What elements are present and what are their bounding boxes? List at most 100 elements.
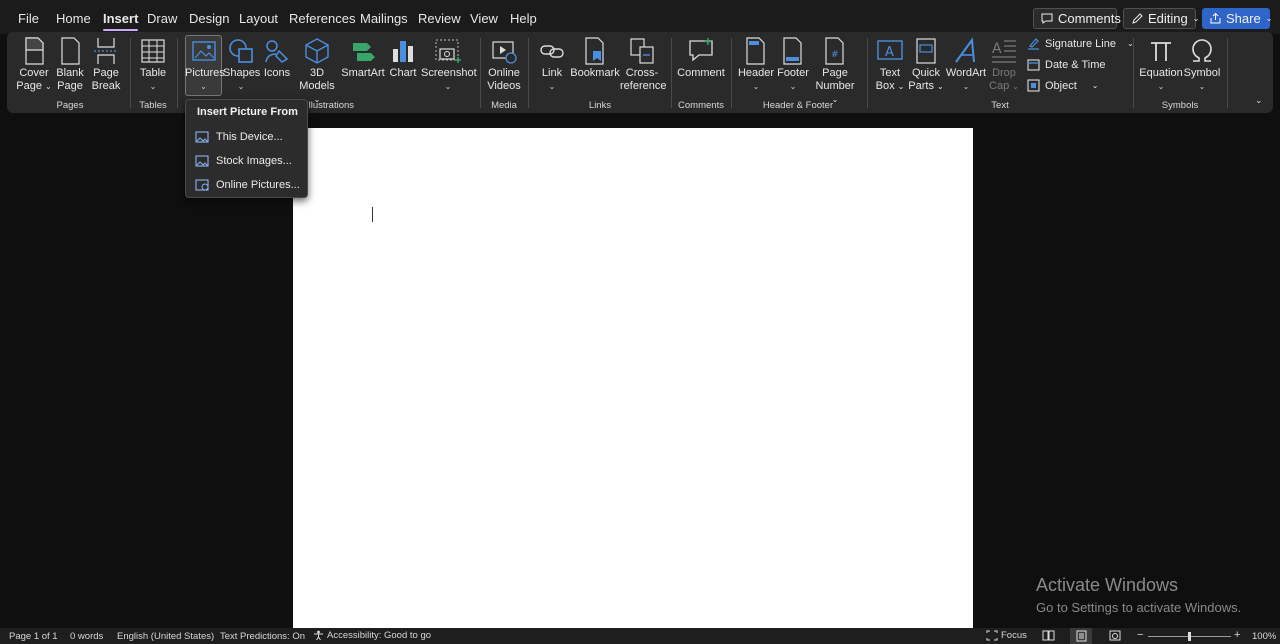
pictures-button[interactable]: Pictures ⌄ <box>185 37 225 93</box>
zoom-slider[interactable] <box>1148 632 1231 641</box>
group-separator <box>1133 38 1134 108</box>
comments-button[interactable]: Comments <box>1033 8 1121 29</box>
group-label-pages: Pages <box>56 100 84 111</box>
page-break-label-2: Break <box>91 80 121 92</box>
focus-button[interactable]: Focus <box>986 630 1027 641</box>
3d-models-button[interactable]: 3D Models ⌄ <box>295 37 339 106</box>
header-button[interactable]: Header ⌄ <box>737 37 775 93</box>
document-page[interactable] <box>293 128 973 628</box>
text-box-button[interactable]: A Text Box ⌄ <box>873 37 907 93</box>
chevron-down-icon: ⌄ <box>200 82 207 91</box>
object-button[interactable]: Object ⌄ <box>1027 79 1099 92</box>
smartart-button[interactable]: SmartArt <box>341 37 385 80</box>
page-break-button[interactable]: Page Break <box>89 37 123 93</box>
language-indicator[interactable]: English (United States) <box>117 631 214 642</box>
read-mode-icon[interactable] <box>1042 630 1055 644</box>
tab-file[interactable]: File <box>18 11 39 26</box>
tab-home[interactable]: Home <box>56 11 91 26</box>
3d-models-label-2: Models <box>299 80 335 92</box>
menu-item-online-pictures[interactable]: Online Pictures... <box>195 175 305 195</box>
page-number-button[interactable]: # Page Number ⌄ <box>811 37 859 106</box>
tab-view[interactable]: View <box>470 11 498 26</box>
header-label: Header <box>737 67 775 79</box>
table-button[interactable]: Table ⌄ <box>136 37 170 93</box>
chevron-down-icon: ⌄ <box>149 82 157 91</box>
quick-parts-button[interactable]: Quick Parts ⌄ <box>907 37 945 93</box>
link-button[interactable]: Link ⌄ <box>535 37 569 93</box>
link-label: Link <box>541 67 563 79</box>
signature-line-button[interactable]: Signature Line ⌄ <box>1027 37 1134 50</box>
zoom-level[interactable]: 100% <box>1252 631 1276 642</box>
accessibility-status[interactable]: Accessibility: Good to go <box>313 630 431 641</box>
online-videos-button[interactable]: Online Videos <box>484 37 524 93</box>
tab-help[interactable]: Help <box>510 11 537 26</box>
signature-line-label: Signature Line <box>1045 37 1116 50</box>
pictures-label: Pictures <box>185 67 225 79</box>
page-number-label: Page <box>822 67 848 79</box>
menu-item-this-device[interactable]: This Device... <box>195 127 305 147</box>
icons-button[interactable]: Icons <box>261 37 293 80</box>
group-separator <box>867 38 868 108</box>
activate-windows-watermark: Activate Windows Go to Settings to activ… <box>1036 575 1241 615</box>
text-predictions-status[interactable]: Text Predictions: On <box>220 631 305 642</box>
page-count[interactable]: Page 1 of 1 <box>9 631 58 642</box>
blank-page-button[interactable]: Blank Page <box>53 37 87 93</box>
share-icon <box>1210 13 1221 24</box>
tab-references[interactable]: References <box>289 11 355 26</box>
wordart-button[interactable]: WordArt ⌄ <box>945 37 987 93</box>
comment-button[interactable]: Comment <box>677 37 725 80</box>
focus-icon <box>986 630 998 641</box>
cross-reference-icon <box>630 38 654 64</box>
chevron-down-icon: ⌄ <box>548 82 556 91</box>
zoom-in-button[interactable]: + <box>1234 629 1240 641</box>
zoom-slider-thumb[interactable] <box>1188 632 1191 641</box>
menu-item-stock-images[interactable]: Stock Images... <box>195 151 305 171</box>
insert-picture-dropdown: Insert Picture From This Device... Stock… <box>185 99 308 198</box>
cover-page-button[interactable]: Cover Page ⌄ <box>15 37 53 93</box>
zoom-out-button[interactable]: − <box>1137 629 1143 641</box>
ribbon-expand-icon[interactable]: ⌄ <box>1255 95 1263 106</box>
comments-button-label: Comments <box>1058 11 1121 26</box>
web-layout-icon[interactable] <box>1109 630 1121 644</box>
group-label-comments: Comments <box>678 100 724 111</box>
share-button[interactable]: Share ⌄ <box>1202 8 1272 29</box>
chart-button[interactable]: Chart <box>387 37 419 80</box>
equation-label: Equation <box>1139 67 1183 79</box>
svg-text:A: A <box>992 41 1002 57</box>
table-label: Table <box>139 67 167 79</box>
date-time-label: Date & Time <box>1045 58 1106 71</box>
cross-reference-button[interactable]: Cross- reference <box>620 37 666 93</box>
accessibility-label: Accessibility: Good to go <box>327 630 432 641</box>
tab-mailings[interactable]: Mailings <box>360 11 408 26</box>
footer-button[interactable]: Footer ⌄ <box>775 37 811 93</box>
group-separator <box>671 38 672 108</box>
editing-mode-button[interactable]: Editing ⌄ <box>1123 8 1199 29</box>
cover-page-label: Cover <box>19 67 49 79</box>
tab-insert[interactable]: Insert <box>103 11 139 31</box>
drop-cap-label-2: Cap <box>989 80 1010 92</box>
footer-icon <box>783 37 802 65</box>
online-pictures-icon <box>195 179 209 191</box>
word-count[interactable]: 0 words <box>70 631 103 642</box>
print-layout-icon[interactable] <box>1070 628 1092 644</box>
icons-icon <box>265 40 289 63</box>
equation-button[interactable]: Equation ⌄ <box>1139 37 1183 93</box>
shapes-button[interactable]: Shapes ⌄ <box>223 37 260 93</box>
3d-models-label: 3D <box>309 67 325 79</box>
group-label-media: Media <box>491 100 517 111</box>
tab-review[interactable]: Review <box>418 11 461 26</box>
quick-parts-label: Quick <box>911 67 941 79</box>
shapes-icon <box>229 39 253 63</box>
tab-layout[interactable]: Layout <box>239 11 278 26</box>
tab-design[interactable]: Design <box>189 11 229 26</box>
bookmark-button[interactable]: Bookmark <box>570 37 620 80</box>
tab-draw[interactable]: Draw <box>147 11 177 26</box>
screenshot-button[interactable]: Screenshot ⌄ <box>421 37 477 93</box>
text-cursor <box>372 207 373 222</box>
accessibility-icon <box>314 630 323 641</box>
drop-cap-button[interactable]: A Drop Cap ⌄ <box>987 37 1021 93</box>
symbol-button[interactable]: Symbol ⌄ <box>1183 37 1221 93</box>
footer-label: Footer <box>777 67 809 79</box>
stock-images-icon <box>195 155 209 167</box>
date-time-button[interactable]: Date & Time <box>1027 58 1106 71</box>
